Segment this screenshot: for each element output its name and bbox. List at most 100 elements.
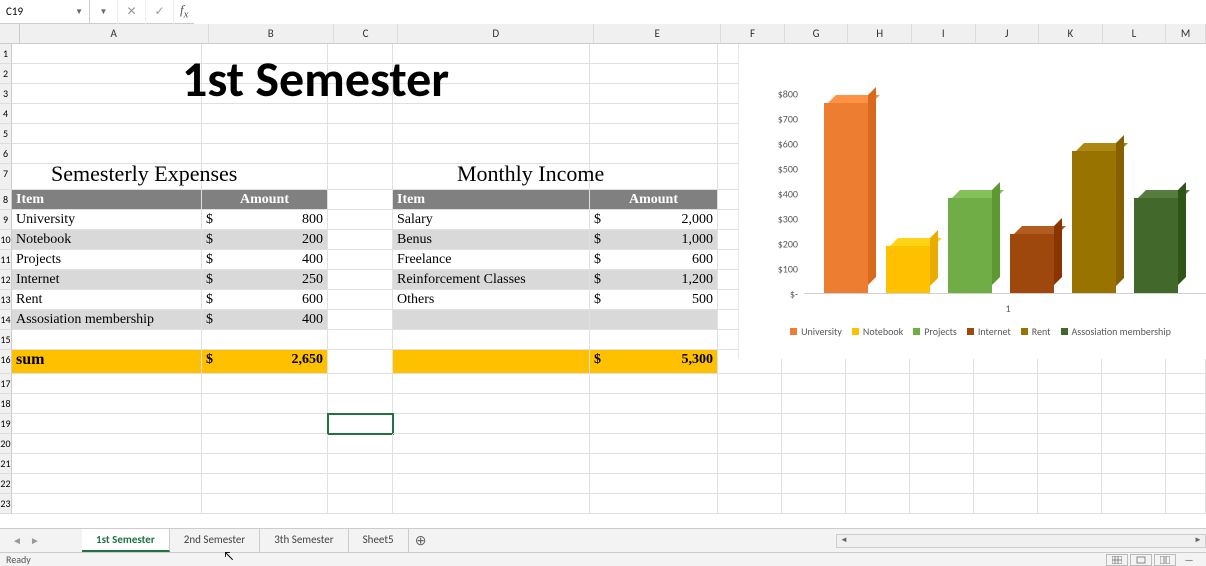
cell[interactable] [1166,434,1206,454]
cell[interactable] [782,374,846,394]
cell[interactable] [12,494,202,514]
row-header[interactable]: 3 [0,84,12,104]
cells-area[interactable]: 1st Semester Semesterly Expenses Monthly… [12,44,1206,514]
cell[interactable] [718,494,782,514]
cell[interactable] [202,394,328,414]
cell[interactable] [590,394,718,414]
cell[interactable] [1166,474,1206,494]
cell[interactable] [974,434,1038,454]
cell[interactable] [12,474,202,494]
cell[interactable] [974,414,1038,434]
cell[interactable] [12,374,202,394]
table-cell[interactable]: University [12,210,202,230]
cell[interactable] [1038,454,1102,474]
row-header[interactable]: 16 [0,350,12,374]
row-header[interactable]: 20 [0,434,12,454]
row-header[interactable]: 7 [0,164,12,190]
cell[interactable] [1102,494,1166,514]
name-box[interactable]: C19 ▼ [0,0,90,24]
cell[interactable] [328,394,393,414]
row-header[interactable]: 8 [0,190,12,210]
table-cell[interactable]: $400 [202,250,328,270]
cell[interactable] [12,454,202,474]
cell[interactable] [1102,474,1166,494]
table-cell[interactable]: Rent [12,290,202,310]
cell[interactable] [782,454,846,474]
cell[interactable] [393,454,590,474]
cell[interactable] [910,434,974,454]
table-cell[interactable]: Freelance [393,250,590,270]
table-cell[interactable]: $600 [590,250,718,270]
cell[interactable] [1102,374,1166,394]
row-header[interactable]: 18 [0,394,12,414]
fx-icon[interactable]: fx [174,2,194,21]
select-all-corner[interactable] [0,24,20,43]
cell[interactable] [974,474,1038,494]
row-header[interactable]: 6 [0,144,12,164]
cell[interactable] [590,474,718,494]
cell[interactable] [202,454,328,474]
view-normal-button[interactable] [1106,554,1128,566]
cell[interactable] [846,434,910,454]
cell[interactable] [590,434,718,454]
table-cell[interactable]: $2,000 [590,210,718,230]
col-header[interactable]: D [398,24,594,43]
cell[interactable] [910,414,974,434]
cell[interactable] [1038,394,1102,414]
row-header[interactable]: 19 [0,414,12,434]
col-header[interactable]: A [20,24,209,43]
table-cell[interactable]: Others [393,290,590,310]
cell[interactable] [1166,454,1206,474]
table-cell[interactable]: $250 [202,270,328,290]
cell[interactable] [1102,454,1166,474]
cell[interactable] [202,474,328,494]
cell[interactable] [846,394,910,414]
view-page-break-button[interactable] [1154,554,1176,566]
row-header[interactable]: 13 [0,290,12,310]
col-header[interactable]: C [334,24,399,43]
col-header[interactable]: L [1103,24,1167,43]
row-header[interactable]: 12 [0,270,12,290]
table-cell[interactable]: Projects [12,250,202,270]
cell[interactable] [846,474,910,494]
table-cell[interactable]: $600 [202,290,328,310]
row-header[interactable]: 22 [0,474,12,494]
table-cell[interactable] [393,310,590,330]
name-box-dropdown-icon[interactable]: ▼ [75,7,83,17]
cell[interactable] [974,494,1038,514]
cell[interactable] [328,434,393,454]
table-cell[interactable]: Notebook [12,230,202,250]
sheet-tab[interactable]: 2nd Semester [170,529,260,552]
cell[interactable] [974,454,1038,474]
table-cell[interactable]: $500 [590,290,718,310]
table-cell[interactable]: Internet [12,270,202,290]
sheet-tab[interactable]: 3th Semester [260,529,348,552]
col-header[interactable]: B [209,24,334,43]
cancel-formula-button[interactable]: ✕ [118,0,146,24]
tab-nav-next-icon[interactable]: ► [26,534,44,547]
col-header[interactable]: F [721,24,785,43]
accept-formula-button[interactable]: ✓ [146,0,174,24]
cell[interactable] [1038,374,1102,394]
cell[interactable] [1038,474,1102,494]
cell[interactable] [328,414,393,434]
table-cell[interactable] [590,310,718,330]
table-cell[interactable]: $1,200 [590,270,718,290]
cell[interactable] [202,374,328,394]
cell[interactable] [202,434,328,454]
scroll-left-icon[interactable]: ◄ [837,535,851,547]
col-header[interactable]: I [912,24,976,43]
horizontal-scrollbar[interactable]: ◄ ► [836,534,1206,548]
add-sheet-button[interactable]: ⊕ [409,532,433,549]
cell[interactable] [1102,434,1166,454]
table-cell[interactable]: $200 [202,230,328,250]
tab-nav-prev-icon[interactable]: ◄ [8,534,26,547]
sheet-tab[interactable]: 1st Semester [82,529,170,552]
cell[interactable] [590,494,718,514]
cell[interactable] [12,394,202,414]
cell[interactable] [782,414,846,434]
cell[interactable] [12,434,202,454]
row-header[interactable]: 4 [0,104,12,124]
cell[interactable] [846,454,910,474]
cell[interactable] [590,414,718,434]
